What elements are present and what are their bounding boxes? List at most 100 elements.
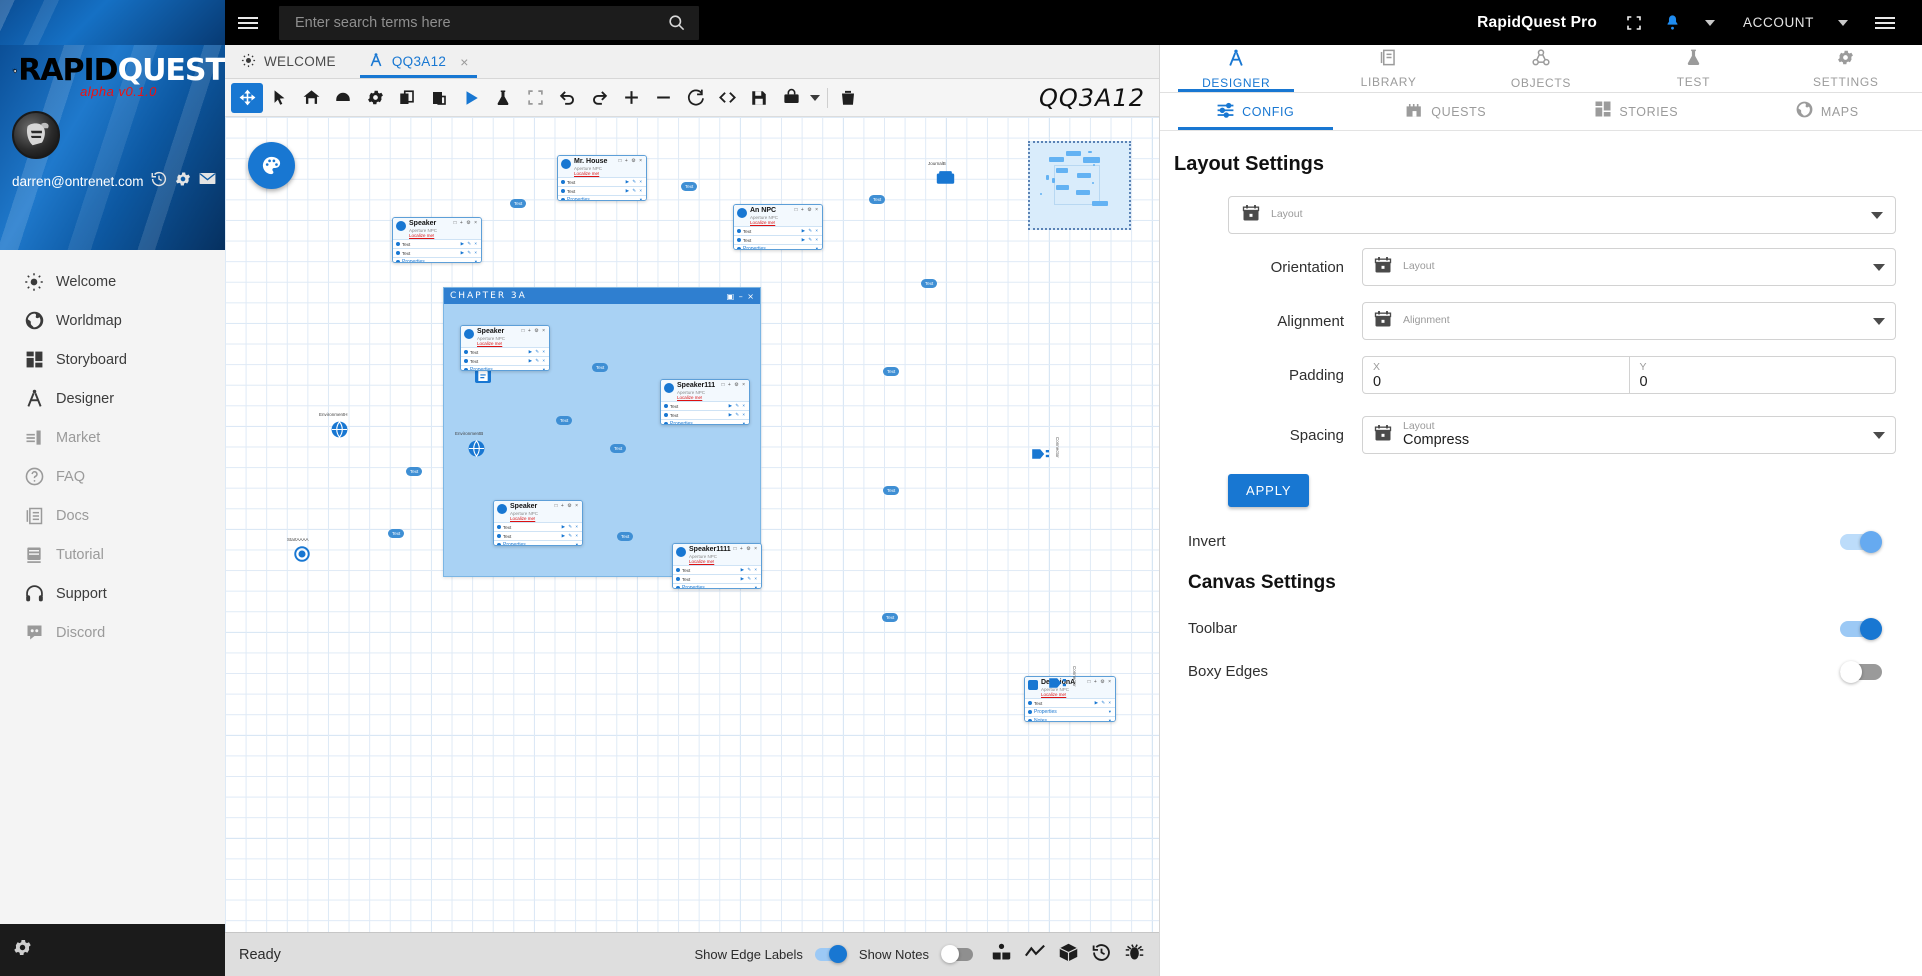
redo-tool-button[interactable]: [583, 83, 615, 113]
orientation-select[interactable]: Layout: [1362, 248, 1896, 286]
subtab-config[interactable]: CONFIG: [1160, 93, 1351, 130]
graph-icon[interactable]: [1024, 941, 1046, 968]
copy-tool-button[interactable]: [391, 83, 423, 113]
node-port-actions[interactable]: ▶ ✎ ×: [741, 567, 758, 573]
gear-icon[interactable]: [12, 937, 33, 963]
padding-y-input[interactable]: Y 0: [1629, 356, 1896, 394]
sidebar-item-support[interactable]: Support: [0, 574, 225, 613]
node-port-row[interactable]: Text ▶ ✎ ×: [558, 177, 646, 186]
account-button[interactable]: ACCOUNT: [1729, 0, 1824, 45]
mail-icon[interactable]: [198, 169, 217, 193]
paste-tool-button[interactable]: [423, 83, 455, 113]
node-port-row[interactable]: Text ▶ ✎ ×: [734, 235, 822, 244]
node-controls[interactable]: □ + ⚙ ×: [1087, 679, 1112, 685]
node-port-row[interactable]: Text ▶ ✎ ×: [661, 410, 749, 419]
settings-tool-button[interactable]: [359, 83, 391, 113]
toolbar-toggle[interactable]: [1840, 617, 1882, 640]
node-controls[interactable]: □ + ⚙ ×: [554, 503, 579, 509]
invert-toggle[interactable]: [1840, 530, 1882, 553]
show-edge-labels-toggle[interactable]: [814, 945, 847, 963]
node-properties-row[interactable]: Properties ▾: [1025, 707, 1115, 716]
tab-welcome[interactable]: WELCOME: [225, 45, 352, 78]
node-port-actions[interactable]: ▶ ✎ ×: [802, 228, 819, 234]
node-port-actions[interactable]: ▶ ✎ ×: [626, 188, 643, 194]
sidebar-item-discord[interactable]: Discord: [0, 613, 225, 652]
sidebar-item-docs[interactable]: Docs: [0, 496, 225, 535]
node-properties-row[interactable]: Properties ▾: [393, 257, 481, 262]
group-title-bar[interactable]: CHAPTER 3A ▣ – ×: [444, 288, 760, 304]
chevron-down-icon[interactable]: [1873, 317, 1885, 325]
alignment-select[interactable]: Alignment: [1362, 302, 1896, 340]
palette-button[interactable]: [248, 142, 295, 189]
code-tool-button[interactable]: [711, 83, 743, 113]
delete-tool-button[interactable]: [832, 83, 864, 113]
tab-objects[interactable]: OBJECTS: [1465, 45, 1617, 92]
node-decisiona[interactable]: DecisionA Aperture NPC Localize me! □ + …: [1024, 676, 1116, 722]
node-port-actions[interactable]: ▶ ✎ ×: [529, 358, 546, 364]
play-tool-button[interactable]: [455, 83, 487, 113]
edge-label[interactable]: Text: [883, 367, 900, 376]
notifications-caret-icon[interactable]: [1691, 0, 1729, 45]
layout-select[interactable]: Layout: [1228, 196, 1896, 234]
edge-label[interactable]: Text: [681, 182, 698, 191]
sidebar-item-faq[interactable]: FAQ: [0, 457, 225, 496]
node-port-row[interactable]: Text ▶ ✎ ×: [661, 401, 749, 410]
avatar[interactable]: [12, 111, 60, 159]
node-speaker[interactable]: Speaker Aperture NPC Localize me! □ + ⚙ …: [392, 217, 482, 263]
node-port-actions[interactable]: ▶ ✎ ×: [1095, 700, 1112, 706]
edge-label[interactable]: Text: [592, 363, 609, 372]
tab-designer[interactable]: DESIGNER: [1160, 45, 1312, 92]
bell-icon[interactable]: [1653, 0, 1691, 45]
connector-icon[interactable]: [1048, 675, 1068, 696]
node-an-npc[interactable]: An NPC Aperture NPC Localize me! □ + ⚙ ×…: [733, 204, 823, 250]
edge-label[interactable]: Text: [617, 532, 634, 541]
search-input[interactable]: [279, 14, 659, 31]
chevron-down-icon[interactable]: [1873, 431, 1885, 439]
node-controls[interactable]: □ + ⚙ ×: [618, 158, 643, 164]
node-port-row[interactable]: Text ▶ ✎ ×: [461, 347, 549, 356]
node-notes-row[interactable]: Notes ▾: [1025, 716, 1115, 721]
edge-label[interactable]: Text: [388, 529, 405, 538]
node-port-actions[interactable]: ▶ ✎ ×: [626, 179, 643, 185]
environment-globe-icon[interactable]: [467, 439, 486, 463]
subtab-maps[interactable]: MAPS: [1732, 93, 1922, 130]
start-node-icon[interactable]: [293, 545, 311, 568]
edge-label[interactable]: Text: [510, 199, 527, 208]
refresh-tool-button[interactable]: [679, 83, 711, 113]
subtab-quests[interactable]: QUESTS: [1351, 93, 1542, 130]
edge-label[interactable]: Text: [610, 444, 627, 453]
zoom-out-tool-button[interactable]: [647, 83, 679, 113]
node-port-actions[interactable]: ▶ ✎ ×: [741, 576, 758, 582]
pan-tool-button[interactable]: [231, 82, 263, 113]
sidebar-item-storyboard[interactable]: Storyboard: [0, 340, 225, 379]
fullscreen-icon[interactable]: [1615, 0, 1653, 45]
node-port-actions[interactable]: ▶ ✎ ×: [729, 412, 746, 418]
sidebar-item-welcome[interactable]: Welcome: [0, 262, 225, 301]
app-menu-button[interactable]: [1862, 0, 1908, 45]
node-port-actions[interactable]: ▶ ✎ ×: [529, 349, 546, 355]
node-properties-row[interactable]: Properties ▾: [661, 419, 749, 424]
history-icon[interactable]: [1091, 942, 1112, 968]
chevron-down-icon[interactable]: [1871, 211, 1883, 219]
spacing-select[interactable]: Layout Compress: [1362, 416, 1896, 454]
edge-label[interactable]: Text: [882, 613, 899, 622]
node-port-actions[interactable]: ▶ ✎ ×: [461, 250, 478, 256]
fit-tool-button[interactable]: [519, 83, 551, 113]
journal-icon[interactable]: [936, 171, 955, 192]
node-controls[interactable]: □ + ⚙ ×: [733, 546, 758, 552]
edge-label[interactable]: Text: [869, 195, 886, 204]
node-properties-row[interactable]: Properties ▾: [558, 195, 646, 200]
node-properties-row[interactable]: Properties ▾: [494, 540, 582, 545]
gear-icon[interactable]: [174, 170, 192, 193]
edge-label[interactable]: Text: [406, 467, 423, 476]
save-tool-button[interactable]: [743, 83, 775, 113]
group-window-controls[interactable]: ▣ – ×: [727, 292, 760, 301]
node-speaker-3[interactable]: Speaker Aperture NPC Localize me! □ + ⚙ …: [493, 500, 583, 546]
node-port-row[interactable]: Text ▶ ✎ ×: [673, 574, 761, 583]
node-port-actions[interactable]: ▶ ✎ ×: [461, 241, 478, 247]
sidebar-item-tutorial[interactable]: Tutorial: [0, 535, 225, 574]
padding-x-input[interactable]: X 0: [1362, 356, 1630, 394]
node-port-row[interactable]: Text ▶ ✎ ×: [734, 226, 822, 235]
node-port-row[interactable]: Text ▶ ✎ ×: [1025, 698, 1115, 707]
node-properties-row[interactable]: Properties ▾: [673, 583, 761, 588]
